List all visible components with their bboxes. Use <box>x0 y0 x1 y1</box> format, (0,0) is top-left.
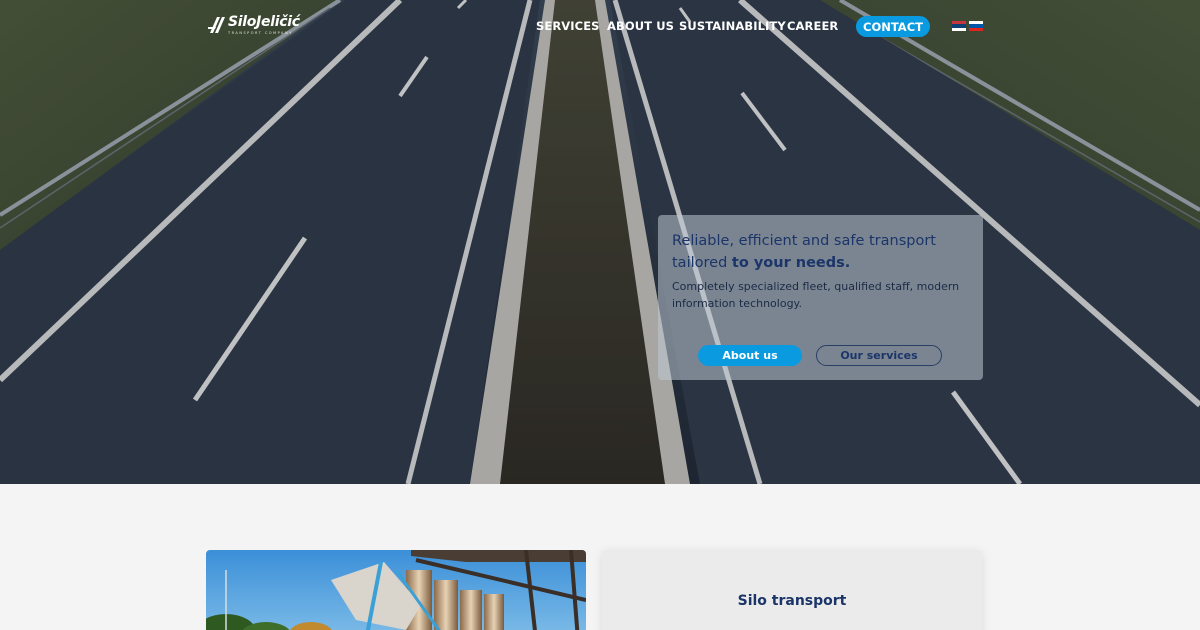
brand-logo[interactable]: SiloJeličić TRANSPORT COMPANY <box>208 14 304 36</box>
serbia-flag-icon[interactable] <box>952 21 966 31</box>
hero-section: SiloJeličić TRANSPORT COMPANY SERVICES A… <box>0 0 1200 484</box>
silo-truck-image <box>206 550 586 630</box>
hero-title: Reliable, efficient and safe transport t… <box>672 230 972 274</box>
hero-subtitle: Completely specialized fleet, qualified … <box>672 280 960 310</box>
nav-services[interactable]: SERVICES <box>536 19 600 33</box>
logo-mark-icon <box>208 17 225 33</box>
about-us-button[interactable]: About us <box>698 345 802 366</box>
nav-sustainability[interactable]: SUSTAINABILITY <box>679 19 786 33</box>
our-services-button[interactable]: Our services <box>816 345 942 366</box>
slovenia-flag-icon[interactable] <box>969 21 983 31</box>
logo-tagline: TRANSPORT COMPANY <box>228 31 293 35</box>
nav-career[interactable]: CAREER <box>787 19 838 33</box>
service-card-title: Silo transport <box>737 593 847 609</box>
service-card-silo-transport[interactable]: Silo transport <box>602 550 982 630</box>
nav-about-us[interactable]: ABOUT US <box>607 19 674 33</box>
logo-wordmark: SiloJeličić <box>228 14 300 30</box>
highway-background-image <box>0 0 1200 484</box>
silo-truck-photo <box>206 550 586 630</box>
hero-title-emphasis: to your needs. <box>731 255 851 271</box>
hero-card: Reliable, efficient and safe transport t… <box>658 215 983 380</box>
contact-button[interactable]: CONTACT <box>856 16 930 37</box>
